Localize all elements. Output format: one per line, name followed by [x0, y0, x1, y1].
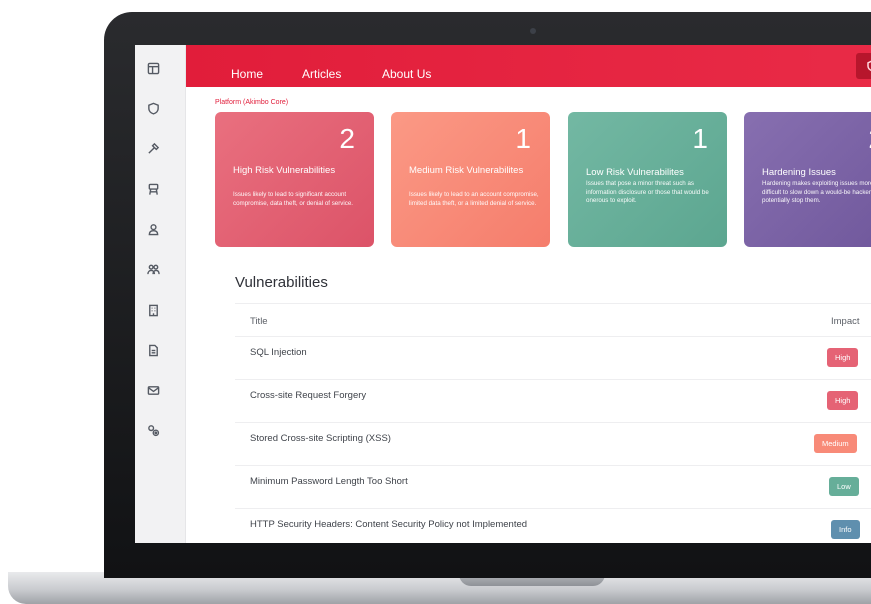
card-hardening[interactable]: 2 Hardening Issues Hardening makes explo… — [744, 112, 871, 247]
breadcrumb[interactable]: Platform (Akimbo Core) — [215, 99, 288, 106]
mail-icon[interactable] — [146, 383, 160, 397]
hardening-title: Hardening Issues — [762, 167, 836, 178]
low-risk-description: Issues that pose a minor threat such as … — [586, 180, 709, 204]
low-risk-count: 1 — [692, 123, 708, 154]
settings-icon[interactable] — [146, 423, 160, 437]
impact-badge: High — [827, 391, 859, 410]
table-row[interactable]: HTTP Security Headers: Content Security … — [235, 509, 871, 543]
nav-home-link[interactable]: Home — [231, 67, 263, 81]
nav-about-us-link[interactable]: About Us — [382, 67, 431, 81]
vulnerability-title[interactable]: Cross-site Request Forgery — [250, 390, 366, 401]
high-risk-count: 2 — [339, 123, 355, 154]
vulnerability-title[interactable]: Stored Cross-site Scripting (XSS) — [250, 433, 391, 444]
server-icon[interactable] — [146, 182, 160, 196]
vulnerability-title[interactable]: HTTP Security Headers: Content Security … — [250, 519, 527, 530]
column-title-header[interactable]: Title — [250, 316, 268, 327]
card-low-risk[interactable]: 1 Low Risk Vulnerabilites Issues that po… — [568, 112, 727, 247]
app-screen: Home Articles About Us Platform (Akimbo … — [135, 45, 871, 543]
medium-risk-description: Issues likely to lead to an account comp… — [409, 191, 539, 207]
table-row[interactable]: SQL Injection High — [235, 337, 871, 380]
shield-icon[interactable] — [146, 101, 160, 115]
hardening-description: Hardening makes exploiting issues more d… — [762, 180, 871, 204]
high-risk-description: Issues likely to lead to significant acc… — [233, 191, 354, 207]
dashboard-icon[interactable] — [146, 61, 160, 75]
building-icon[interactable] — [146, 303, 160, 317]
vulnerability-title[interactable]: SQL Injection — [250, 347, 307, 358]
vulnerability-title[interactable]: Minimum Password Length Too Short — [250, 476, 408, 487]
low-risk-title: Low Risk Vulnerabilites — [586, 167, 684, 178]
table-row[interactable]: Cross-site Request Forgery High — [235, 380, 871, 423]
camera-icon — [530, 28, 536, 34]
card-medium-risk[interactable]: 1 Medium Risk Vulnerabilites Issues like… — [391, 112, 550, 247]
account-button[interactable] — [856, 53, 871, 79]
table-header: Title Impact — [235, 303, 871, 337]
column-impact-header[interactable]: Impact — [831, 316, 860, 327]
shield-icon — [867, 60, 871, 72]
sidebar — [135, 45, 186, 543]
impact-badge: Low — [829, 477, 859, 496]
top-navigation: Home Articles About Us — [186, 45, 871, 87]
table-row[interactable]: Stored Cross-site Scripting (XSS) Medium — [235, 423, 871, 466]
vulnerabilities-heading: Vulnerabilities — [235, 274, 328, 291]
users-icon[interactable] — [146, 262, 160, 276]
card-high-risk[interactable]: 2 High Risk Vulnerabilities Issues likel… — [215, 112, 374, 247]
user-icon[interactable] — [146, 222, 160, 236]
impact-badge: Medium — [814, 434, 857, 453]
high-risk-title: High Risk Vulnerabilities — [233, 165, 336, 176]
nav-articles-link[interactable]: Articles — [302, 67, 341, 81]
impact-badge: Info — [831, 520, 860, 539]
tools-icon[interactable] — [146, 141, 160, 155]
medium-risk-title: Medium Risk Vulnerabilites — [409, 165, 524, 176]
laptop-mockup: Home Articles About Us Platform (Akimbo … — [0, 0, 871, 604]
table-row[interactable]: Minimum Password Length Too Short Low — [235, 466, 871, 509]
document-icon[interactable] — [146, 343, 160, 357]
medium-risk-count: 1 — [515, 123, 531, 154]
impact-badge: High — [827, 348, 859, 367]
